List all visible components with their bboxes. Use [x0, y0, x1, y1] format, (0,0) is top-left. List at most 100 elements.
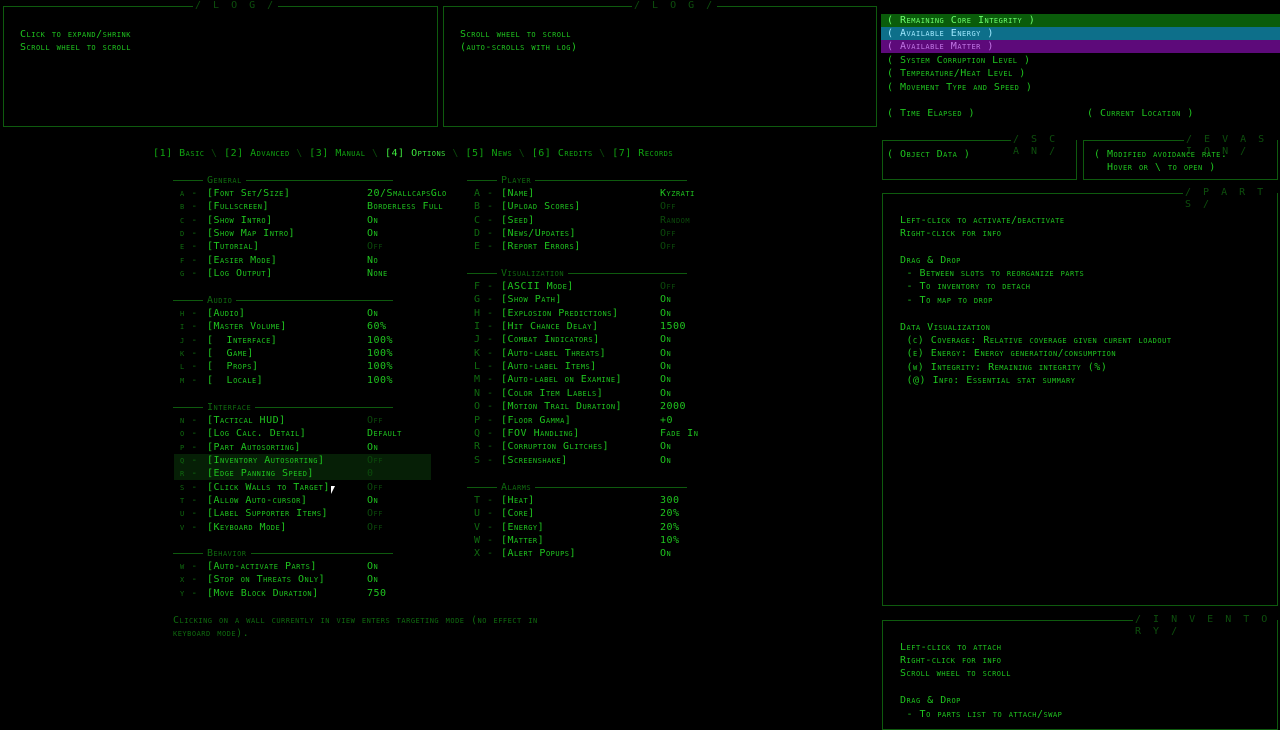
option-row-interface[interactable]: p - [Part Autosorting] On: [174, 441, 431, 454]
tab-advanced[interactable]: [2] Advanced: [224, 148, 290, 159]
movement-type[interactable]: ( Movement Type and Speed ): [881, 81, 1280, 94]
option-value: On: [367, 308, 379, 319]
option-value: 300: [660, 495, 680, 506]
option-row-interface[interactable]: n - [Tactical HUD] Off: [174, 414, 431, 427]
heat-level[interactable]: ( Temperature/Heat Level ): [881, 67, 1280, 80]
log-panel-left-title: / L O G /: [193, 0, 279, 12]
log-panel-right-title: / L O G /: [632, 0, 718, 12]
option-row-audio[interactable]: j - [ Interface] 100%: [174, 334, 431, 347]
option-row-visualization[interactable]: J - [Combat Indicators] On: [468, 333, 724, 346]
tab-news[interactable]: [5] News: [465, 148, 512, 159]
option-row-behavior[interactable]: x - [Stop on Threats Only] On: [174, 573, 431, 586]
option-name: [Label Supporter Items]: [207, 508, 329, 520]
option-row-interface[interactable]: r - [Edge Panning Speed] 0: [174, 467, 431, 481]
option-row-general[interactable]: f - [Easier Mode] No: [174, 254, 431, 267]
option-row-general[interactable]: c - [Show Intro] On: [174, 214, 431, 227]
log-panel-left[interactable]: / L O G / Click to expand/shrink Scroll …: [3, 0, 438, 127]
tab-manual[interactable]: [3] Manual: [309, 148, 365, 159]
parts-line-6: - To inventory to detach: [900, 281, 1031, 292]
option-row-general[interactable]: e - [Tutorial] Off: [174, 240, 431, 253]
option-row-visualization[interactable]: M - [Auto-label on Examine] On: [468, 373, 724, 386]
option-row-audio[interactable]: k - [ Game] 100%: [174, 347, 431, 360]
option-name: [Screenshake]: [501, 454, 568, 466]
log-panel-right[interactable]: / L O G / Scroll wheel to scroll (auto-s…: [443, 0, 877, 127]
option-row-audio[interactable]: i - [Master Volume] 60%: [174, 320, 431, 333]
option-name: [Font Set/Size]: [207, 188, 291, 199]
option-key: V -: [474, 521, 494, 533]
option-name: [Name]: [501, 188, 535, 199]
tab-basic[interactable]: [1] Basic: [153, 148, 204, 159]
section-visualization-label: Visualization: [497, 267, 569, 280]
option-row-general[interactable]: d - [Show Map Intro] On: [174, 227, 431, 240]
section-interface-label: Interface: [203, 401, 256, 414]
option-row-alarms[interactable]: U - [Core] 20%: [468, 507, 724, 520]
option-row-visualization[interactable]: P - [Floor Gamma] +0: [468, 414, 724, 427]
option-value: Off: [660, 241, 676, 253]
tab-records[interactable]: [7] Records: [612, 148, 673, 159]
option-row-behavior[interactable]: w - [Auto-activate Parts] On: [174, 560, 431, 573]
option-row-visualization[interactable]: H - [Explosion Predictions] On: [468, 307, 724, 320]
option-name: [Core]: [501, 508, 535, 520]
option-value: 60%: [367, 321, 387, 333]
option-value: On: [367, 495, 379, 507]
option-row-visualization[interactable]: I - [Hit Chance Delay] 1500: [468, 320, 724, 333]
option-row-player[interactable]: D - [News/Updates] Off: [468, 227, 724, 240]
inventory-line-2: Right-click for info: [900, 655, 1002, 666]
option-row-visualization[interactable]: L - [Auto-label Items] On: [468, 360, 724, 373]
inventory-line-1: Left-click to attach: [900, 642, 1002, 653]
option-row-alarms[interactable]: X - [Alert Popups] On: [468, 547, 724, 560]
option-row-visualization[interactable]: F - [ASCII Mode] Off: [468, 280, 724, 293]
option-row-interface[interactable]: o - [Log Calc. Detail] Default: [174, 427, 431, 440]
option-row-visualization[interactable]: K - [Auto-label Threats] On: [468, 347, 724, 360]
option-row-alarms[interactable]: T - [Heat] 300: [468, 494, 724, 507]
option-row-player[interactable]: E - [Report Errors] Off: [468, 240, 724, 253]
option-name: [Auto-label Threats]: [501, 347, 607, 359]
option-value: On: [660, 387, 672, 399]
core-integrity-bar[interactable]: ( Remaining Core Integrity ): [881, 14, 1280, 27]
option-row-interface[interactable]: u - [Label Supporter Items] Off: [174, 507, 431, 520]
option-row-player[interactable]: C - [Seed] Random: [468, 214, 724, 227]
option-key: h -: [180, 308, 198, 319]
option-key: P -: [474, 414, 494, 426]
parts-line-5: - Between slots to reorganize parts: [900, 268, 1085, 279]
option-row-general[interactable]: b - [Fullscreen] Borderless Full: [174, 200, 443, 213]
option-row-general[interactable]: g - [Log Output] None: [174, 267, 431, 280]
option-row-visualization[interactable]: R - [Corruption Glitches] On: [468, 440, 724, 453]
corruption-level[interactable]: ( System Corruption Level ): [881, 54, 1280, 67]
evasion-panel[interactable]: / E V A S I O N / ( Modified avoidance r…: [1083, 134, 1278, 180]
option-row-interface[interactable]: v - [Keyboard Mode] Off: [174, 521, 431, 534]
option-value: Fade In: [660, 427, 699, 439]
option-row-visualization[interactable]: Q - [FOV Handling] Fade In: [468, 427, 724, 440]
time-elapsed[interactable]: ( Time Elapsed ): [887, 107, 975, 120]
scan-panel[interactable]: / S C A N / ( Object Data ): [882, 134, 1077, 180]
current-location[interactable]: ( Current Location ): [1087, 107, 1194, 120]
option-row-player[interactable]: B - [Upload Scores] Off: [468, 200, 724, 213]
section-alarms-label: Alarms: [497, 481, 536, 494]
option-row-visualization[interactable]: S - [Screenshake] On: [468, 454, 724, 467]
matter-bar[interactable]: ( Available Matter ): [881, 40, 1280, 53]
option-row-visualization[interactable]: O - [Motion Trail Duration] 2000: [468, 400, 724, 413]
option-row-behavior[interactable]: y - [Move Block Duration] 750: [174, 587, 431, 600]
option-name: [Log Output]: [207, 268, 273, 280]
option-row-alarms[interactable]: W - [Matter] 10%: [468, 534, 724, 547]
option-key: m -: [180, 374, 198, 386]
option-row-general[interactable]: a - [Font Set/Size] 20/SmallcapsGlo: [174, 187, 446, 200]
tab-options[interactable]: [4] Options: [385, 148, 446, 159]
option-row-visualization[interactable]: N - [Color Item Labels] On: [468, 387, 724, 400]
option-row-audio[interactable]: l - [ Props] 100%: [174, 360, 431, 373]
option-row-audio[interactable]: h - [Audio] On: [174, 307, 431, 320]
option-row-audio[interactable]: m - [ Locale] 100%: [174, 374, 431, 387]
option-row-player[interactable]: A - [Name] Kyzrati: [468, 187, 724, 200]
option-row-alarms[interactable]: V - [Energy] 20%: [468, 521, 724, 534]
section-general-label: General: [203, 174, 246, 187]
tab-credits[interactable]: [6] Credits: [532, 148, 593, 159]
option-row-visualization[interactable]: G - [Show Path] On: [468, 293, 724, 306]
parts-panel[interactable]: / P A R T S / Left-click to activate/dea…: [882, 187, 1278, 606]
energy-bar[interactable]: ( Available Energy ): [881, 27, 1280, 40]
inventory-panel[interactable]: / I N V E N T O R Y / Left-click to atta…: [882, 614, 1278, 730]
option-key: W -: [474, 535, 494, 547]
option-row-interface[interactable]: q - [Inventory Autosorting] Off: [174, 454, 431, 468]
option-row-interface[interactable]: s - [Click Walls to Target] Off: [174, 481, 431, 494]
parts-line-1: Left-click to activate/deactivate: [900, 215, 1065, 226]
option-row-interface[interactable]: t - [Allow Auto-cursor] On: [174, 494, 431, 507]
